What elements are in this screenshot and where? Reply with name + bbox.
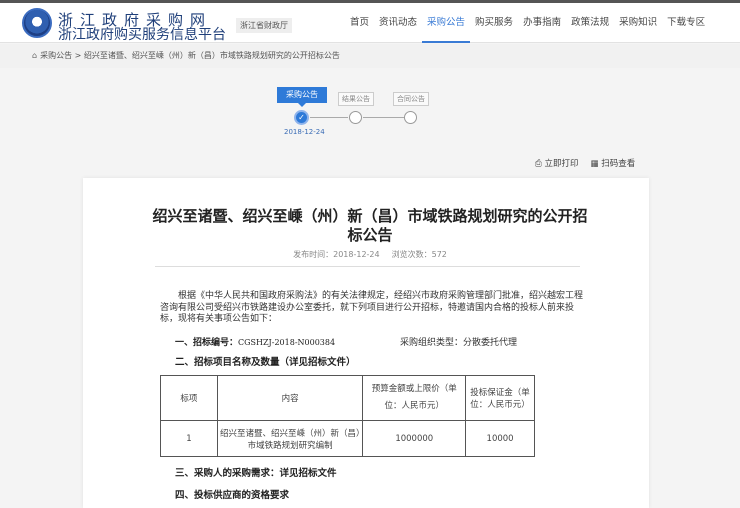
intro-paragraph: 根据《中华人民共和国政府采购法》的有关法律规定，经绍兴市政府采购管理部门批准，绍… bbox=[160, 291, 584, 324]
breadcrumb-current: 绍兴至诸暨、绍兴至嵊（州）新（昌）市域铁路规划研究的公开招标公告 bbox=[83, 51, 340, 60]
tender-number: 一、招标编号：CGSHZJ-2018-N000384 bbox=[175, 338, 336, 348]
dept-badge[interactable]: 浙江省财政厅 bbox=[236, 18, 292, 33]
article-title: 绍兴至诸暨、绍兴至嵊（州）新（昌）市域铁路规划研究的公开招标公告 bbox=[152, 207, 588, 244]
publish-date: 发布时间：2018-12-24 bbox=[293, 250, 380, 259]
divider bbox=[155, 266, 580, 267]
header-cell: 内容 bbox=[216, 375, 364, 421]
nav-home[interactable]: 首页 bbox=[345, 3, 374, 43]
breadcrumb-separator: > bbox=[74, 51, 82, 60]
site-subtitle: 浙江政府购买服务信息平台 bbox=[58, 27, 226, 43]
article-meta: 发布时间：2018-12-24 浏览次数：572 bbox=[150, 249, 590, 260]
step-date: 2018-12-24 bbox=[284, 128, 325, 136]
section-2-heading: 二、招标项目名称及数量（详见招标文件） bbox=[175, 357, 356, 368]
section-4-heading: 四、投标供应商的资格要求 bbox=[175, 490, 290, 501]
table-cell: 1 bbox=[160, 420, 218, 457]
breadcrumb-root[interactable]: 采购公告 bbox=[40, 51, 72, 60]
step-procurement-label[interactable]: 采购公告 bbox=[277, 87, 327, 107]
step-connector bbox=[363, 117, 404, 118]
step-result-label[interactable]: 结果公告 bbox=[338, 92, 374, 106]
step-result-circle[interactable] bbox=[349, 111, 362, 124]
tender-table: 标项 内容 预算金额或上限价（单位：人民币元） 投标保证金（单位：人民币元） 1… bbox=[160, 375, 535, 457]
article-actions: ⎙ 立即打印 ▦ 扫码查看 bbox=[535, 157, 635, 169]
step-contract-circle[interactable] bbox=[404, 111, 417, 124]
table-cell: 绍兴至诸暨、绍兴至嵊（州）新（昌）市域铁路规划研究编制 bbox=[216, 420, 364, 457]
nav-knowledge[interactable]: 采购知识 bbox=[614, 3, 662, 43]
nav-news[interactable]: 资讯动态 bbox=[374, 3, 422, 43]
view-count: 浏览次数：572 bbox=[391, 250, 447, 259]
step-contract-label[interactable]: 合同公告 bbox=[393, 92, 429, 106]
home-icon[interactable]: ⌂ bbox=[32, 51, 37, 60]
printer-icon: ⎙ bbox=[535, 159, 545, 169]
table-header-row: 标项 内容 预算金额或上限价（单位：人民币元） 投标保证金（单位：人民币元） bbox=[160, 375, 535, 421]
table-cell: 1000000 bbox=[362, 420, 467, 457]
nav-policy[interactable]: 政策法规 bbox=[566, 3, 614, 43]
header-cell: 标项 bbox=[160, 375, 218, 421]
table-row: 1 绍兴至诸暨、绍兴至嵊（州）新（昌）市域铁路规划研究编制 1000000 10… bbox=[160, 420, 535, 457]
nav-procurement[interactable]: 采购公告 bbox=[422, 3, 471, 43]
site-header: 浙江政府采购网 浙江政府购买服务信息平台 浙江省财政厅 首页 资讯动态 采购公告… bbox=[0, 3, 740, 43]
site-logo-icon[interactable] bbox=[22, 8, 52, 38]
scan-button[interactable]: ▦ 扫码查看 bbox=[591, 157, 636, 169]
qr-code-icon: ▦ bbox=[590, 159, 602, 169]
nav-services[interactable]: 购买服务 bbox=[470, 3, 518, 43]
header-cell: 预算金额或上限价（单位：人民币元） bbox=[362, 375, 467, 421]
org-type: 采购组织类型：分散委托代理 bbox=[400, 338, 518, 348]
nav-guide[interactable]: 办事指南 bbox=[518, 3, 566, 43]
table-cell: 10000 bbox=[465, 420, 535, 457]
header-cell: 投标保证金（单位：人民币元） bbox=[465, 375, 535, 421]
step-done-check-icon[interactable]: ✓ bbox=[294, 110, 309, 125]
main-nav: 首页 资讯动态 采购公告 购买服务 办事指南 政策法规 采购知识 下载专区 bbox=[345, 3, 710, 43]
step-connector bbox=[310, 117, 348, 118]
nav-download[interactable]: 下载专区 bbox=[662, 3, 710, 43]
print-button[interactable]: ⎙ 立即打印 bbox=[535, 157, 579, 169]
breadcrumb: ⌂ 采购公告 > 绍兴至诸暨、绍兴至嵊（州）新（昌）市域铁路规划研究的公开招标公告 bbox=[0, 44, 740, 68]
section-3-heading: 三、采购人的采购需求：详见招标文件 bbox=[175, 468, 337, 479]
